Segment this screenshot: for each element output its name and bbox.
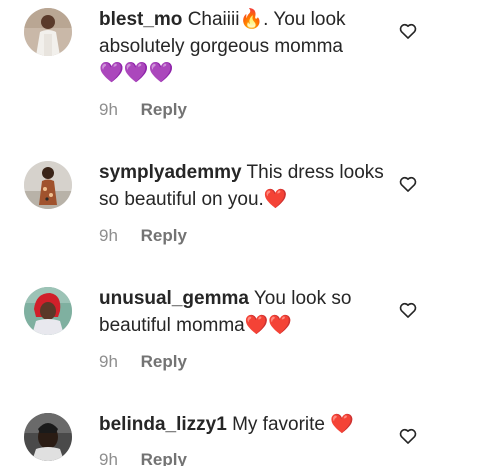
heart-outline-icon <box>399 302 417 318</box>
reply-button[interactable]: Reply <box>141 100 187 119</box>
red-heart-emoji-icon: ❤️ <box>263 189 288 210</box>
fire-emoji-icon: 🔥 <box>239 9 264 30</box>
like-button[interactable] <box>398 21 418 41</box>
comment-meta: 9h Reply <box>99 352 187 372</box>
avatar[interactable] <box>24 413 72 461</box>
heart-outline-icon <box>399 23 417 39</box>
reply-button[interactable]: Reply <box>141 450 187 466</box>
reply-button[interactable]: Reply <box>141 352 187 371</box>
red-hearts-emoji-icon: ❤️❤️ <box>244 315 293 336</box>
comment-username[interactable]: blest_mo <box>99 9 182 30</box>
comment-timestamp: 9h <box>99 100 118 119</box>
avatar-person-printed-dress-icon <box>24 161 72 209</box>
like-button[interactable] <box>398 300 418 320</box>
comment-item: blest_mo Chaiiii🔥. You look absolutely g… <box>0 0 480 140</box>
comments-list: blest_mo Chaiiii🔥. You look absolutely g… <box>0 0 480 466</box>
heart-outline-icon <box>399 428 417 444</box>
comment-body: unusual_gemma You look so beautiful momm… <box>99 285 384 339</box>
comment-meta: 9h Reply <box>99 450 187 466</box>
comment-text: Chaiiii <box>187 9 240 30</box>
comment-body: symplyademmy This dress looks so beautif… <box>99 159 384 213</box>
avatar[interactable] <box>24 8 72 56</box>
heart-outline-icon <box>399 176 417 192</box>
comment-username[interactable]: belinda_lizzy1 <box>99 414 227 435</box>
comment-item: unusual_gemma You look so beautiful momm… <box>0 276 480 386</box>
comment-body: belinda_lizzy1 My favorite ❤️ <box>99 411 384 438</box>
avatar-person-red-hair-icon <box>24 287 72 335</box>
reply-button[interactable]: Reply <box>141 226 187 245</box>
like-button[interactable] <box>398 174 418 194</box>
comment-meta: 9h Reply <box>99 226 187 246</box>
comment-timestamp: 9h <box>99 450 118 466</box>
comment-username[interactable]: unusual_gemma <box>99 288 249 309</box>
comment-text: My favorite <box>232 414 325 435</box>
comment-timestamp: 9h <box>99 352 118 371</box>
avatar[interactable] <box>24 287 72 335</box>
comment-item: symplyademmy This dress looks so beautif… <box>0 150 480 260</box>
comment-username[interactable]: symplyademmy <box>99 162 242 183</box>
comment-meta: 9h Reply <box>99 100 187 120</box>
avatar[interactable] <box>24 161 72 209</box>
red-heart-emoji-icon: ❤️ <box>330 414 354 435</box>
comment-item: belinda_lizzy1 My favorite ❤️ 9h Reply <box>0 402 480 466</box>
like-button[interactable] <box>398 426 418 446</box>
comment-timestamp: 9h <box>99 226 118 245</box>
avatar-person-dark-photo-icon <box>24 413 72 461</box>
purple-hearts-emoji-icon: 💜💜💜 <box>99 62 174 84</box>
avatar-person-white-outfit-icon <box>24 8 72 56</box>
comment-body: blest_mo Chaiiii🔥. You look absolutely g… <box>99 6 384 86</box>
